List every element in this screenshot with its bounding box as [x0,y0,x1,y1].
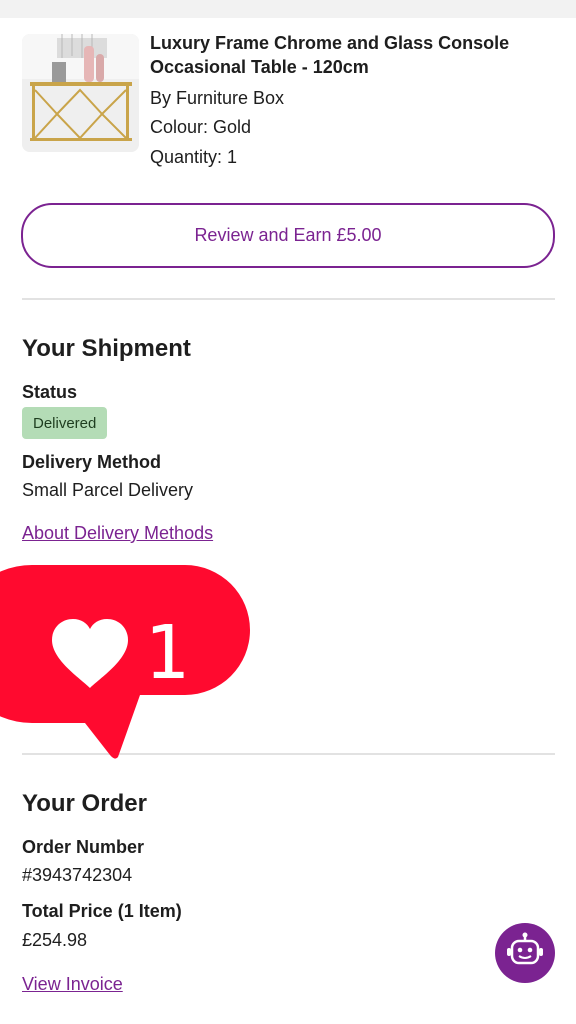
divider [22,298,555,300]
heart-icon [50,618,130,690]
review-and-earn-button[interactable]: Review and Earn £5.00 [21,203,555,268]
status-label: Status [22,382,78,402]
shipment-section-title: Your Shipment [22,335,191,362]
chat-assistant-button[interactable] [495,923,555,983]
total-price-label: Total Price (1 Item) [22,901,182,921]
delivery-method-label: Delivery Method [22,452,162,472]
product-image[interactable] [22,34,139,152]
view-invoice-link[interactable]: View Invoice [22,974,123,995]
delivery-method-value: Small Parcel Delivery [22,480,194,500]
order-number-label: Order Number [22,837,145,857]
total-price-value: £254.98 [22,930,88,950]
product-title[interactable]: Luxury Frame Chrome and Glass Console Oc… [150,31,560,79]
order-number-value: #3943742304 [22,865,133,885]
status-badge: Delivered [22,407,108,439]
order-section-title: Your Order [22,790,147,817]
like-count: 1 [144,610,189,696]
product-quantity: Quantity: 1 [150,147,238,167]
chatbot-icon [505,931,545,976]
about-delivery-methods-link[interactable]: About Delivery Methods [22,523,213,544]
product-colour: Colour: Gold [150,117,252,137]
product-brand: By Furniture Box [150,88,285,108]
top-status-strip [0,0,576,18]
